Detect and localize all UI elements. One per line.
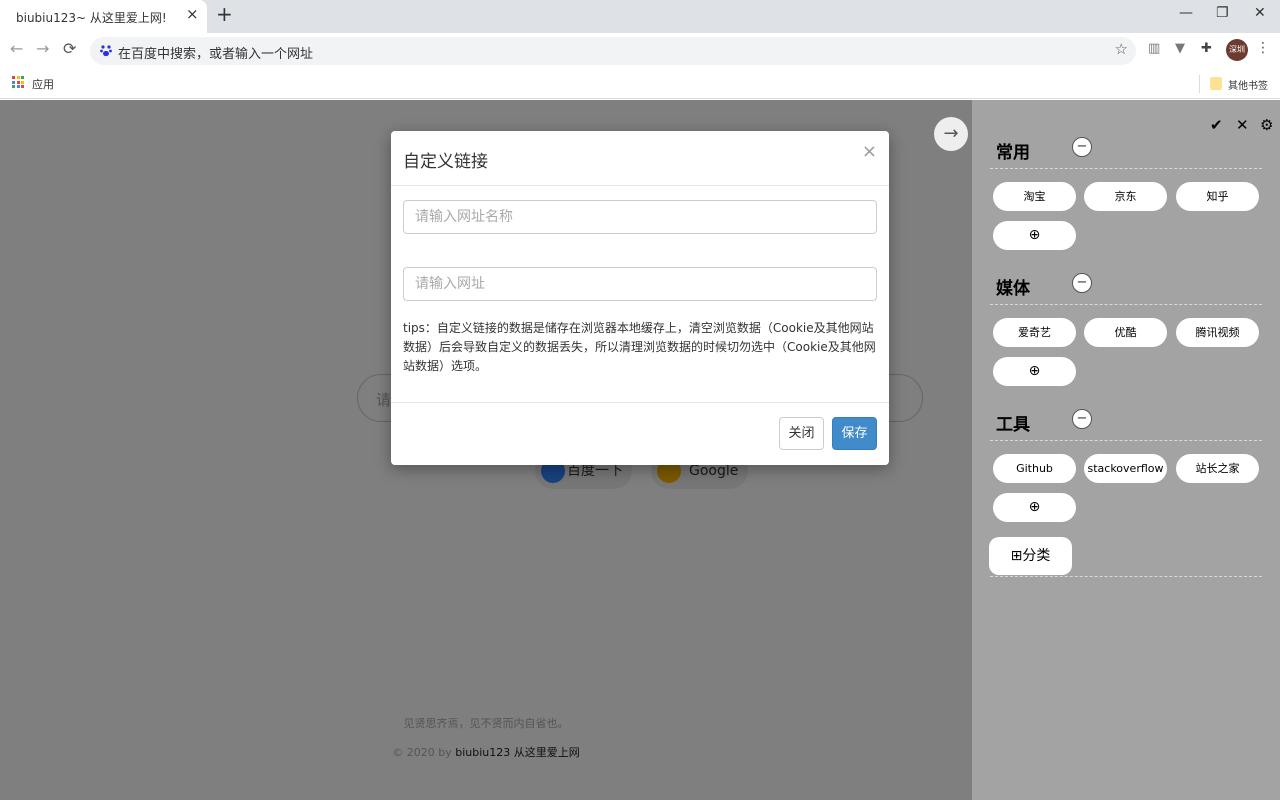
link-pill[interactable]: 知乎 bbox=[1176, 182, 1259, 211]
remove-category-icon[interactable]: − bbox=[1072, 137, 1092, 157]
apps-grid-icon[interactable] bbox=[12, 76, 24, 88]
tips-text: tips：自定义链接的数据是储存在浏览器本地缓存上，清空浏览数据（Cookie及… bbox=[403, 321, 876, 373]
folder-icon bbox=[1210, 77, 1222, 90]
arrow-right-icon[interactable]: → bbox=[934, 117, 968, 151]
cancel-icon[interactable]: ✕ bbox=[1236, 118, 1249, 133]
window-close-icon[interactable]: ✕ bbox=[1254, 6, 1266, 20]
link-pill[interactable]: 爱奇艺 bbox=[993, 318, 1076, 347]
address-bar[interactable]: 在百度中搜索，或者输入一个网址 ☆ bbox=[90, 37, 1136, 65]
link-category-panel: ✔ ✕ ⚙ 常用 − 淘宝 京东 知乎 ⊕ 媒体 − 爱奇艺 优酷 腾讯视频 ⊕… bbox=[972, 100, 1280, 800]
extension-icon[interactable]: ▼ bbox=[1175, 42, 1185, 55]
browser-toolbar: ← → ⟳ 在百度中搜索，或者输入一个网址 ☆ ▥ ▼ ✚ 深圳 ⋮ bbox=[0, 33, 1280, 69]
baidu-paw-icon bbox=[100, 45, 112, 57]
category-title: 常用 bbox=[996, 143, 1030, 163]
confirm-icon[interactable]: ✔ bbox=[1210, 118, 1223, 133]
category-divider bbox=[990, 440, 1262, 441]
dialog-title: 自定义链接 bbox=[403, 152, 488, 172]
save-button[interactable]: 保存 bbox=[832, 417, 877, 450]
add-link-icon[interactable]: ⊕ bbox=[993, 357, 1076, 386]
link-pill[interactable]: 淘宝 bbox=[993, 182, 1076, 211]
category-divider bbox=[990, 576, 1262, 577]
restore-icon[interactable]: ❐ bbox=[1216, 6, 1229, 20]
minimize-icon[interactable]: — bbox=[1179, 6, 1193, 20]
link-pill[interactable]: stackoverflow bbox=[1084, 454, 1167, 483]
link-pill[interactable]: 优酷 bbox=[1084, 318, 1167, 347]
forward-icon[interactable]: → bbox=[36, 41, 49, 57]
category-divider bbox=[990, 304, 1262, 305]
menu-icon[interactable]: ⋮ bbox=[1256, 41, 1270, 55]
reload-icon[interactable]: ⟳ bbox=[63, 41, 76, 57]
remove-category-icon[interactable]: − bbox=[1072, 409, 1092, 429]
other-bookmarks[interactable]: 其他书签 bbox=[1228, 77, 1268, 92]
address-text: 在百度中搜索，或者输入一个网址 bbox=[118, 47, 314, 62]
close-icon[interactable]: × bbox=[862, 143, 877, 161]
tab-title: biubiu123~ 从这里爱上网! bbox=[16, 11, 167, 25]
link-url-input[interactable] bbox=[403, 267, 877, 301]
settings-icon[interactable]: ⚙ bbox=[1260, 118, 1273, 133]
add-link-icon[interactable]: ⊕ bbox=[993, 493, 1076, 522]
profile-avatar[interactable]: 深圳 bbox=[1226, 39, 1248, 61]
extension-icon[interactable]: ▥ bbox=[1148, 42, 1160, 55]
browser-tab[interactable]: biubiu123~ 从这里爱上网! × bbox=[0, 0, 207, 33]
bookmark-star-icon[interactable]: ☆ bbox=[1115, 42, 1128, 57]
add-category-button[interactable]: ⊞分类 bbox=[989, 537, 1072, 575]
apps-label[interactable]: 应用 bbox=[32, 76, 54, 92]
category-divider bbox=[990, 168, 1262, 169]
link-pill[interactable]: 京东 bbox=[1084, 182, 1167, 211]
remove-category-icon[interactable]: − bbox=[1072, 273, 1092, 293]
bookmarks-bar: 应用 其他书签 bbox=[0, 69, 1280, 99]
link-pill[interactable]: Github bbox=[993, 454, 1076, 483]
bookmarks-divider bbox=[1199, 75, 1200, 93]
tab-strip: biubiu123~ 从这里爱上网! × + — ❐ ✕ bbox=[0, 0, 1280, 33]
dialog-header: 自定义链接 × bbox=[391, 131, 889, 186]
link-pill[interactable]: 腾讯视频 bbox=[1176, 318, 1259, 347]
puzzle-icon[interactable]: ✚ bbox=[1201, 42, 1212, 55]
tab-close-icon[interactable]: × bbox=[186, 7, 199, 22]
category-title: 工具 bbox=[996, 415, 1030, 435]
back-icon[interactable]: ← bbox=[10, 41, 23, 57]
new-tab-icon[interactable]: + bbox=[216, 4, 233, 24]
link-pill[interactable]: 站长之家 bbox=[1176, 454, 1259, 483]
category-title: 媒体 bbox=[996, 279, 1030, 299]
close-button[interactable]: 关闭 bbox=[779, 417, 824, 450]
add-link-icon[interactable]: ⊕ bbox=[993, 221, 1076, 250]
custom-link-dialog: 自定义链接 × tips：自定义链接的数据是储存在浏览器本地缓存上，清空浏览数据… bbox=[391, 131, 889, 465]
footer-divider bbox=[391, 402, 889, 403]
link-name-input[interactable] bbox=[403, 200, 877, 234]
